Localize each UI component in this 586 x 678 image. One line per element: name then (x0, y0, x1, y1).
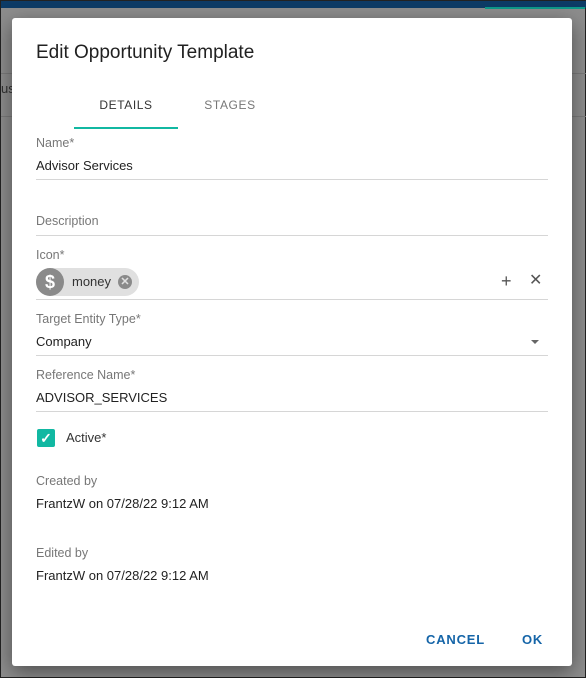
header-tab-indicator (485, 7, 585, 9)
description-underline (36, 235, 548, 236)
target-entity-underline (36, 355, 548, 356)
description-field[interactable]: Description (36, 214, 99, 228)
name-underline (36, 179, 548, 180)
ok-button[interactable]: OK (522, 632, 543, 647)
target-entity-type-label: Target Entity Type* (36, 312, 141, 326)
chip-label: money (72, 274, 112, 289)
cancel-button[interactable]: CANCEL (426, 632, 485, 647)
name-field[interactable]: Advisor Services (36, 158, 133, 173)
edit-opportunity-template-dialog: Edit Opportunity Template DETAILS STAGES… (12, 18, 572, 666)
dollar-icon: $ (36, 268, 64, 296)
reference-name-underline (36, 411, 548, 412)
chip-remove-icon[interactable]: ✕ (118, 275, 132, 289)
dropdown-arrow-icon[interactable] (531, 340, 539, 344)
name-label: Name* (36, 136, 75, 150)
active-label: Active* (66, 430, 107, 445)
icon-underline (36, 299, 548, 300)
add-icon[interactable]: + (501, 272, 512, 290)
target-entity-type-select[interactable]: Company (36, 334, 92, 349)
edited-by-value: FrantzW on 07/28/22 9:12 AM (36, 568, 209, 583)
active-checkbox[interactable]: ✓ (37, 429, 55, 447)
tab-stages[interactable]: STAGES (178, 98, 282, 112)
created-by-value: FrantzW on 07/28/22 9:12 AM (36, 496, 209, 511)
icon-chip[interactable]: $ money ✕ (36, 268, 139, 296)
dialog-title: Edit Opportunity Template (36, 42, 255, 63)
reference-name-label: Reference Name* (36, 368, 136, 382)
clear-icon[interactable]: ✕ (529, 272, 542, 290)
edited-by-label: Edited by (36, 546, 89, 560)
reference-name-field[interactable]: ADVISOR_SERVICES (36, 390, 167, 405)
tab-details[interactable]: DETAILS (74, 98, 178, 112)
active-tab-indicator (74, 127, 178, 129)
created-by-label: Created by (36, 474, 98, 488)
icon-label: Icon* (36, 248, 65, 262)
